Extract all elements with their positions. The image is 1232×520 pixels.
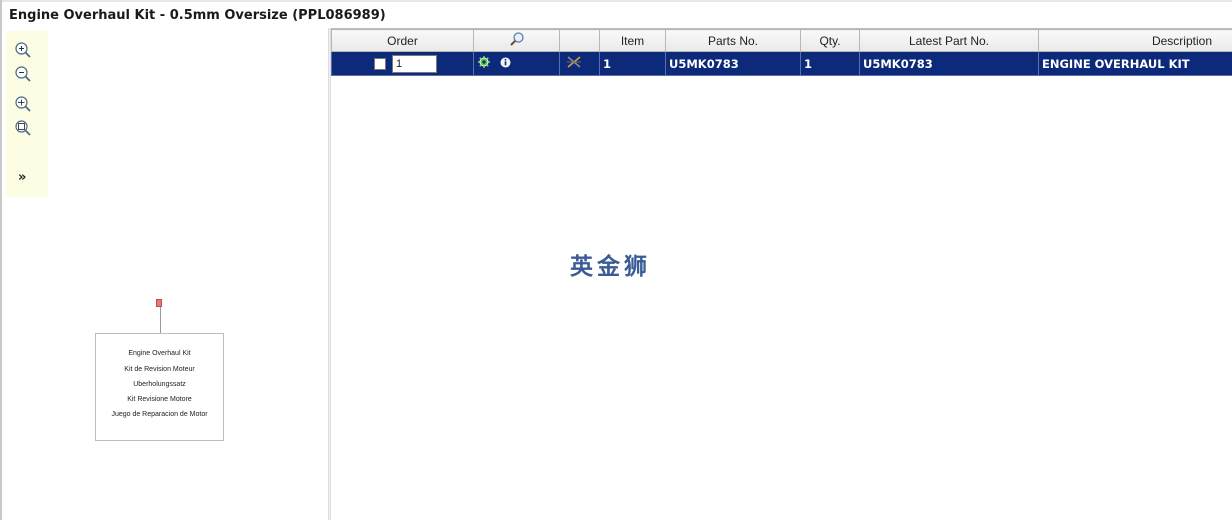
header-search[interactable]: [473, 29, 560, 52]
diagram-toolbar: »: [6, 31, 48, 197]
zoom-out-icon[interactable]: [14, 65, 34, 85]
parts-list-pane: Order Item Parts No. Qty. Latest Part No…: [331, 28, 1232, 520]
header-order[interactable]: Order: [331, 29, 474, 52]
header-parts-no[interactable]: Parts No.: [665, 29, 801, 52]
diagram-leader-line: [160, 307, 161, 333]
diagram-label-line: Juego de Reparacion de Motor: [111, 411, 208, 418]
magnifier-icon[interactable]: [509, 31, 525, 50]
gear-icon[interactable]: [477, 55, 493, 72]
actions-cell: [473, 51, 560, 76]
description-cell: ENGINE OVERHAUL KIT: [1038, 51, 1232, 76]
diagram-label-line: Kit Revisione Motore: [127, 396, 192, 403]
order-checkbox[interactable]: [374, 57, 386, 70]
zoom-fit-icon[interactable]: [14, 95, 34, 115]
qty-cell: 1: [800, 51, 860, 76]
info-icon[interactable]: [500, 57, 511, 71]
item-cell: 1: [599, 51, 666, 76]
title-bar: Engine Overhaul Kit - 0.5mm Oversize (PP…: [2, 0, 1232, 28]
header-qty[interactable]: Qty.: [800, 29, 860, 52]
diagram-label-line: Kit de Revision Moteur: [124, 366, 195, 373]
diagram-pane: » Engine Overhaul Kit Kit de Revision Mo…: [2, 28, 328, 520]
zoom-reset-icon[interactable]: [14, 119, 34, 139]
order-qty-input[interactable]: 1: [392, 54, 437, 73]
parts-catalog-page: Engine Overhaul Kit - 0.5mm Oversize (PP…: [0, 0, 1232, 520]
table-row[interactable]: 1 1 U5MK0783 1 U5MK0783 ENGINE OVERHAUL …: [331, 51, 1232, 76]
zoom-in-icon[interactable]: [14, 41, 34, 61]
parts-no-cell[interactable]: U5MK0783: [665, 51, 801, 76]
diagram-label-box: Engine Overhaul Kit Kit de Revision Mote…: [95, 333, 224, 441]
diagram-label-line: Engine Overhaul Kit: [128, 350, 191, 357]
header-item[interactable]: Item: [599, 29, 666, 52]
latest-part-no-cell[interactable]: U5MK0783: [859, 51, 1039, 76]
expand-panel-button[interactable]: »: [18, 170, 26, 185]
tools-cell: [559, 51, 600, 76]
wrench-icon[interactable]: [566, 55, 582, 72]
parts-table: Order Item Parts No. Qty. Latest Part No…: [331, 29, 1232, 76]
diagram-callout-marker[interactable]: [156, 299, 162, 307]
header-description[interactable]: Description: [1038, 29, 1232, 52]
table-header-row: Order Item Parts No. Qty. Latest Part No…: [331, 29, 1232, 52]
diagram-label-line: Uberholungssatz: [133, 381, 186, 388]
watermark-text: 英金狮: [570, 254, 651, 280]
header-latest-part-no[interactable]: Latest Part No.: [859, 29, 1039, 52]
order-cell: 1: [331, 51, 474, 76]
page-title: Engine Overhaul Kit - 0.5mm Oversize (PP…: [9, 8, 386, 23]
header-tools: [559, 29, 600, 52]
